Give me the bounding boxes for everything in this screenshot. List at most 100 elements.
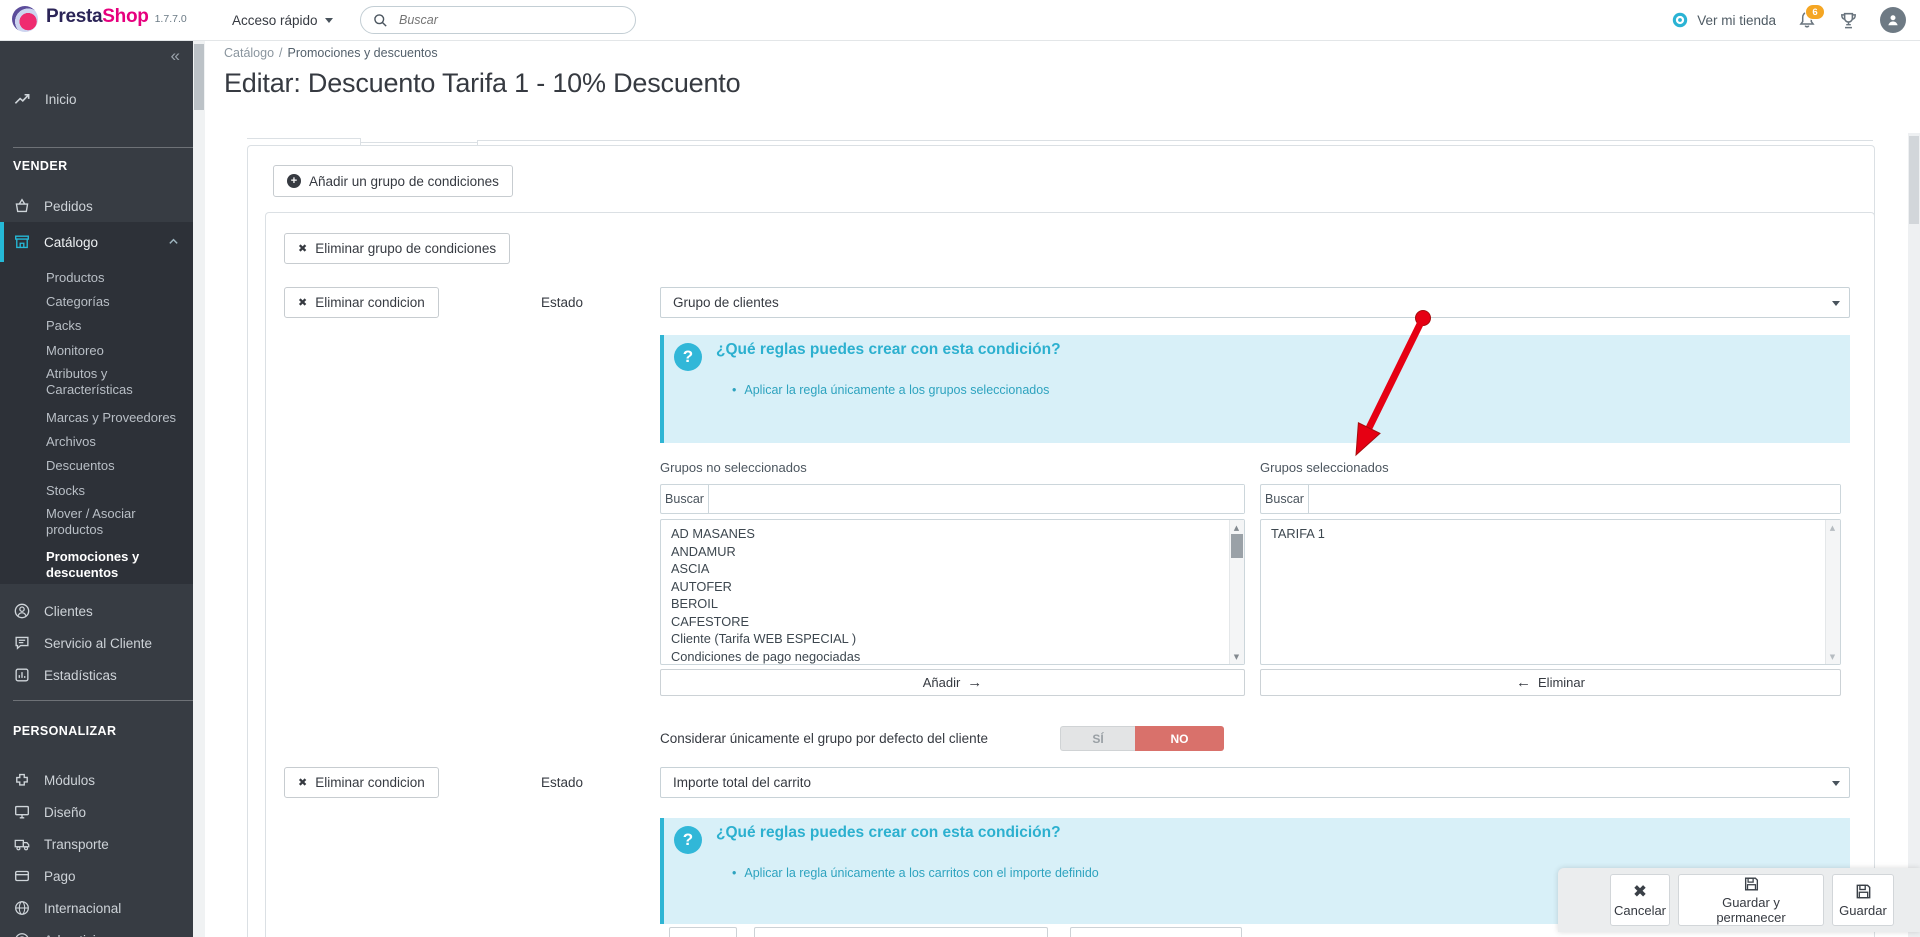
list-item[interactable]: TARIFA 1 — [1261, 525, 1840, 543]
breadcrumb-parent[interactable]: Catálogo — [224, 46, 274, 60]
sidebar-item-transporte[interactable]: Transporte — [0, 833, 193, 855]
page-scrollbar[interactable] — [1908, 133, 1920, 937]
list-item[interactable]: ASCIA — [661, 560, 1244, 578]
submenu-item-promociones[interactable]: Promociones y descuentos — [0, 545, 176, 588]
selected-groups-search-input[interactable] — [1309, 485, 1840, 513]
submenu-item-mover-asociar[interactable]: Mover / Asociar productos — [0, 502, 176, 545]
list-item[interactable]: ANDAMUR — [661, 543, 1244, 561]
scrollbar-thumb[interactable] — [194, 44, 204, 110]
arrow-right-icon: → — [967, 674, 983, 691]
sidebar-item-catalogo[interactable]: Catálogo — [0, 222, 193, 262]
add-condition-group-button[interactable]: + Añadir un grupo de condiciones — [273, 165, 513, 197]
list-item[interactable]: Condiciones de pago negociadas — [661, 648, 1244, 666]
cancel-button[interactable]: ✖ Cancelar — [1610, 874, 1670, 926]
prestashop-admin: PrestaShop 1.7.7.0 Acceso rápido Ver mi … — [0, 0, 1920, 937]
submenu-item-productos[interactable]: Productos — [0, 265, 193, 289]
toggle-no-button[interactable]: NO — [1135, 726, 1224, 751]
scroll-down-icon[interactable]: ▼ — [1826, 650, 1839, 663]
view-store-link[interactable]: Ver mi tienda — [1671, 11, 1776, 29]
quick-access-dropdown[interactable]: Acceso rápido — [232, 0, 333, 40]
sidebar-item-label: Clientes — [44, 603, 93, 619]
submenu-item-monitoreo[interactable]: Monitoreo — [0, 338, 193, 362]
top-header: PrestaShop 1.7.7.0 Acceso rápido Ver mi … — [0, 0, 1920, 41]
scrollbar-thumb[interactable] — [1909, 136, 1919, 224]
sidebar-item-label: Diseño — [44, 804, 87, 820]
sidebar-scrollbar[interactable] — [193, 40, 205, 937]
toggle-yes-button[interactable]: SÍ — [1060, 726, 1135, 751]
selected-groups-title: Grupos seleccionados — [1260, 460, 1389, 475]
submenu-item-archivos[interactable]: Archivos — [0, 429, 193, 453]
save-button[interactable]: Guardar — [1832, 874, 1894, 926]
default-group-toggle: SÍ NO — [1060, 726, 1224, 751]
close-icon: ✖ — [1632, 881, 1648, 902]
cutoff-field[interactable] — [754, 927, 1048, 937]
notifications-button[interactable]: 6 — [1797, 4, 1825, 30]
remove-groups-button[interactable]: ← Eliminar — [1260, 669, 1841, 696]
trending-up-icon — [14, 93, 30, 104]
puzzle-icon — [16, 773, 28, 786]
sidebar-item-label: Pago — [44, 868, 76, 884]
add-groups-button[interactable]: Añadir → — [660, 669, 1245, 696]
cutoff-field[interactable] — [1070, 927, 1242, 937]
eye-icon — [1673, 12, 1688, 28]
person-icon — [1888, 15, 1898, 26]
list-item[interactable]: AD MASANES — [661, 525, 1244, 543]
sidebar-item-advertising[interactable]: Advertising — [0, 929, 193, 937]
plus-circle-icon: + — [287, 174, 301, 188]
header-right-cluster: Ver mi tienda 6 — [1671, 0, 1906, 40]
sidebar-item-clientes[interactable]: Clientes — [0, 600, 193, 622]
sidebar-item-modulos[interactable]: Módulos — [0, 769, 193, 791]
credit-card-icon — [15, 870, 29, 882]
search-input[interactable] — [397, 12, 623, 28]
sidebar-item-estadisticas[interactable]: Estadísticas — [0, 664, 193, 686]
condition-type-select[interactable]: Grupo de clientes — [660, 287, 1850, 318]
trophy-icon[interactable] — [1838, 10, 1859, 31]
list-item[interactable]: AUTOFER — [661, 578, 1244, 596]
remove-condition-button[interactable]: ✖ Eliminar condicion — [284, 287, 439, 318]
list-scrollbar[interactable]: ▲ ▼ — [1825, 520, 1840, 664]
default-group-label: Considerar únicamente el grupo por defec… — [660, 731, 988, 746]
scroll-up-icon[interactable]: ▲ — [1230, 521, 1243, 534]
user-avatar[interactable] — [1880, 7, 1906, 33]
sidebar-item-internacional[interactable]: Internacional — [0, 897, 193, 919]
sidebar-divider — [13, 147, 193, 148]
save-and-stay-button[interactable]: Guardar y permanecer — [1678, 874, 1824, 926]
remove-condition-button[interactable]: ✖ Eliminar condicion — [284, 767, 439, 798]
list-item[interactable]: Cliente (Tarifa WEB ESPECIAL ) — [661, 630, 1244, 648]
scrollbar-thumb[interactable] — [1231, 534, 1243, 558]
condition-type-select[interactable]: Importe total del carrito — [660, 767, 1850, 798]
tab-remnant — [477, 140, 1873, 141]
brand-wordmark: PrestaShop — [46, 6, 149, 27]
prestashop-brand[interactable]: PrestaShop 1.7.7.0 — [12, 6, 187, 32]
target-icon — [15, 933, 29, 937]
condition-group-box: ✖ Eliminar grupo de condiciones ✖ Elimin… — [265, 212, 1875, 937]
list-scrollbar[interactable]: ▲ ▼ — [1229, 520, 1244, 664]
sidebar-item-diseno[interactable]: Diseño — [0, 801, 193, 823]
global-search[interactable] — [360, 6, 636, 34]
help-bullet: • Aplicar la regla únicamente a los grupo… — [732, 383, 1050, 397]
submenu-item-atributos[interactable]: Atributos y Características — [0, 362, 176, 405]
submenu-item-descuentos[interactable]: Descuentos — [0, 454, 193, 478]
sidebar-item-pedidos[interactable]: Pedidos — [0, 195, 193, 217]
sidebar-item-label: Advertising — [44, 933, 111, 937]
scroll-down-icon[interactable]: ▼ — [1230, 650, 1243, 663]
list-item[interactable]: BEROIL — [661, 595, 1244, 613]
unselected-groups-search-input[interactable] — [709, 485, 1244, 513]
sidebar-catalog-block: Catálogo Productos Categorías Packs Moni… — [0, 222, 193, 584]
store-icon — [15, 235, 29, 249]
submenu-item-stocks[interactable]: Stocks — [0, 478, 193, 502]
submenu-item-packs[interactable]: Packs — [0, 314, 193, 338]
cutoff-field[interactable] — [669, 927, 737, 937]
submenu-item-categorias[interactable]: Categorías — [0, 289, 193, 313]
sidebar-item-inicio[interactable]: Inicio — [0, 88, 193, 110]
scroll-up-icon[interactable]: ▲ — [1826, 521, 1839, 534]
list-item[interactable]: CAFESTORE — [661, 613, 1244, 631]
selected-groups-list[interactable]: TARIFA 1 ▲ ▼ — [1260, 519, 1841, 665]
remove-condition-group-button[interactable]: ✖ Eliminar grupo de condiciones — [284, 233, 511, 264]
unselected-groups-list[interactable]: AD MASANES ANDAMUR ASCIA AUTOFER BEROIL … — [660, 519, 1245, 665]
sidebar-item-servicio[interactable]: Servicio al Cliente — [0, 632, 193, 654]
sidebar-collapse-icon[interactable]: « — [171, 46, 181, 66]
submenu-item-marcas[interactable]: Marcas y Proveedores — [0, 405, 193, 429]
truck-icon — [14, 839, 30, 851]
sidebar-item-pago[interactable]: Pago — [0, 865, 193, 887]
